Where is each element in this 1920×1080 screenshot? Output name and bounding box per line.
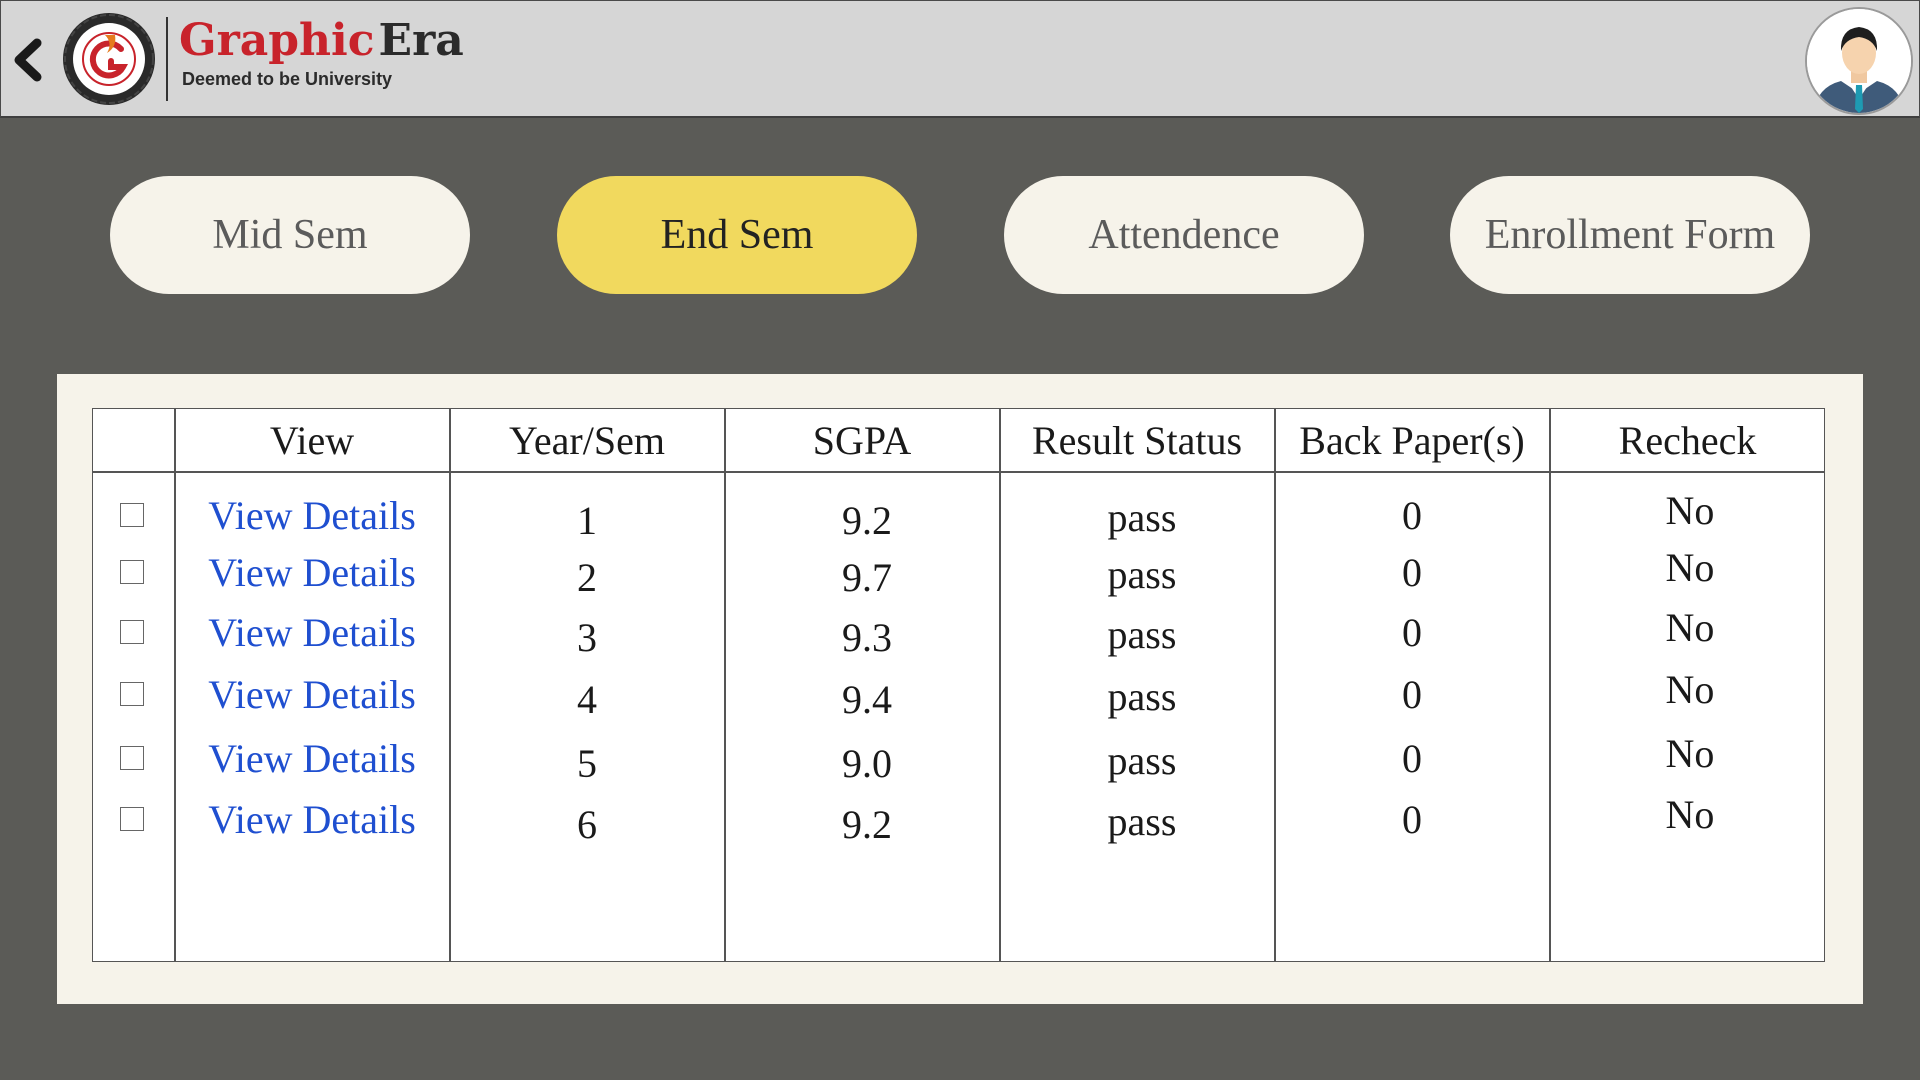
column-header-back-papers[interactable]: Back Paper(s) [1275,409,1549,471]
recheck-value: No [1665,791,1715,837]
year-sem-value: 1 [577,497,597,543]
column-header-sgpa[interactable]: SGPA [725,409,999,471]
recheck-value: No [1665,487,1715,533]
recheck-value: No [1665,604,1715,650]
row-checkbox[interactable] [120,682,144,706]
row-checkbox[interactable] [120,746,144,770]
row-checkbox[interactable] [120,560,144,584]
sgpa-value: 9.2 [842,801,892,847]
back-papers-value: 0 [1402,609,1422,655]
view-details-link[interactable]: View Details [175,607,449,657]
logo-divider [166,17,168,101]
view-details-link[interactable]: View Details [175,794,449,844]
column-header-recheck[interactable]: Recheck [1550,409,1825,471]
sgpa-value: 9.2 [842,497,892,543]
year-sem-value: 4 [577,676,597,722]
results-panel: View Year/Sem SGPA Result Status Back Pa… [57,374,1863,1004]
row-checkbox[interactable] [120,807,144,831]
view-details-link[interactable]: View Details [175,733,449,783]
view-details-link[interactable]: View Details [175,490,449,540]
graphic-era-seal-icon [63,13,155,105]
column-header-year-sem[interactable]: Year/Sem [450,409,724,471]
chevron-left-icon[interactable] [11,37,45,83]
recheck-value: No [1665,666,1715,712]
row-checkbox[interactable] [120,503,144,527]
back-papers-value: 0 [1402,671,1422,717]
brand-tagline: Deemed to be University [182,69,393,89]
tab-mid-sem[interactable]: Mid Sem [110,176,470,294]
back-papers-value: 0 [1402,492,1422,538]
sgpa-value: 9.4 [842,676,892,722]
sgpa-value: 9.0 [842,740,892,786]
back-papers-value: 0 [1402,735,1422,781]
sgpa-value: 9.7 [842,554,892,600]
sgpa-value: 9.3 [842,614,892,660]
tab-end-sem[interactable]: End Sem [557,176,917,294]
view-details-link[interactable]: View Details [175,547,449,597]
tab-attendence[interactable]: Attendence [1004,176,1364,294]
header-divider [93,471,1824,473]
brand-name: GraphicEra [179,17,464,65]
year-sem-value: 5 [577,740,597,786]
result-status-value: pass [1107,551,1177,597]
view-details-link[interactable]: View Details [175,669,449,719]
results-table: View Year/Sem SGPA Result Status Back Pa… [92,408,1825,962]
result-status-value: pass [1107,673,1177,719]
brand-word-era: Era [378,15,464,66]
result-status-value: pass [1107,611,1177,657]
recheck-value: No [1665,730,1715,776]
result-status-value: pass [1107,737,1177,783]
back-papers-value: 0 [1402,796,1422,842]
recheck-value: No [1665,544,1715,590]
row-checkbox[interactable] [120,620,144,644]
year-sem-value: 2 [577,554,597,600]
brand-word-graphic: Graphic [179,15,375,66]
column-header-view[interactable]: View [175,409,449,471]
year-sem-value: 6 [577,801,597,847]
column-header-result-status[interactable]: Result Status [1000,409,1274,471]
year-sem-value: 3 [577,614,597,660]
result-status-value: pass [1107,494,1177,540]
back-papers-value: 0 [1402,549,1422,595]
user-avatar-icon[interactable] [1805,7,1913,115]
result-status-value: pass [1107,798,1177,844]
tab-enrollment-form[interactable]: Enrollment Form [1450,176,1810,294]
app-header: GraphicEra Deemed to be University [0,0,1920,118]
